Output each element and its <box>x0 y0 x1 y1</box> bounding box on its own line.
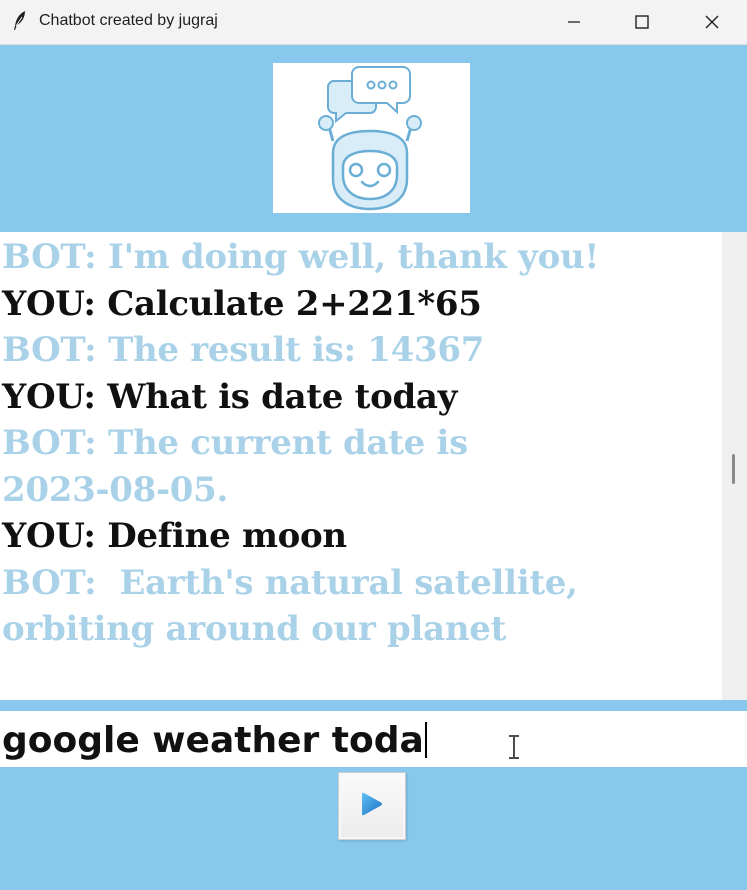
window-title: Chatbot created by jugraj <box>39 12 218 29</box>
chatbot-logo <box>273 63 470 213</box>
play-arrow-icon <box>359 790 385 822</box>
robot-chat-icon <box>273 66 470 217</box>
message-input[interactable]: google weather toda <box>0 711 747 767</box>
minimize-button[interactable] <box>542 0 606 44</box>
bot-message-line: BOT: Earth's natural satellite, <box>2 562 578 603</box>
bot-message-line: BOT: The result is: 14367 <box>2 330 485 370</box>
user-message-line: YOU: What is date today <box>2 376 458 417</box>
close-icon <box>704 14 720 30</box>
chat-lines: BOT: I'm doing well, thank you! YOU: Calc… <box>0 232 722 653</box>
bot-message-line: BOT: I'm doing well, thank you! <box>2 237 600 277</box>
minimize-icon <box>567 15 581 29</box>
maximize-button[interactable] <box>610 0 674 44</box>
chat-scrollbar[interactable] <box>722 232 747 700</box>
chat-history[interactable]: BOT: I'm doing well, thank you! YOU: Calc… <box>0 232 722 700</box>
bot-message-line: 2023-08-05. <box>2 469 229 510</box>
send-button[interactable] <box>338 772 406 840</box>
maximize-icon <box>634 14 650 30</box>
bot-message-line: BOT: The current date is <box>2 423 468 463</box>
close-button[interactable] <box>680 0 744 44</box>
user-message-line: YOU: Calculate 2+221*65 <box>2 283 482 324</box>
title-bar[interactable]: Chatbot created by jugraj <box>0 0 747 45</box>
feather-icon <box>10 10 30 32</box>
message-input-value: google weather toda <box>2 720 424 761</box>
chatbot-window: Chatbot created by jugraj BOT: I'm doing… <box>0 0 747 890</box>
user-message-line: YOU: Define moon <box>2 516 347 556</box>
text-caret <box>424 722 427 758</box>
scrollbar-thumb[interactable] <box>732 454 735 484</box>
bot-message-line: orbiting around our planet <box>2 609 507 649</box>
ibeam-cursor-icon <box>506 734 522 760</box>
